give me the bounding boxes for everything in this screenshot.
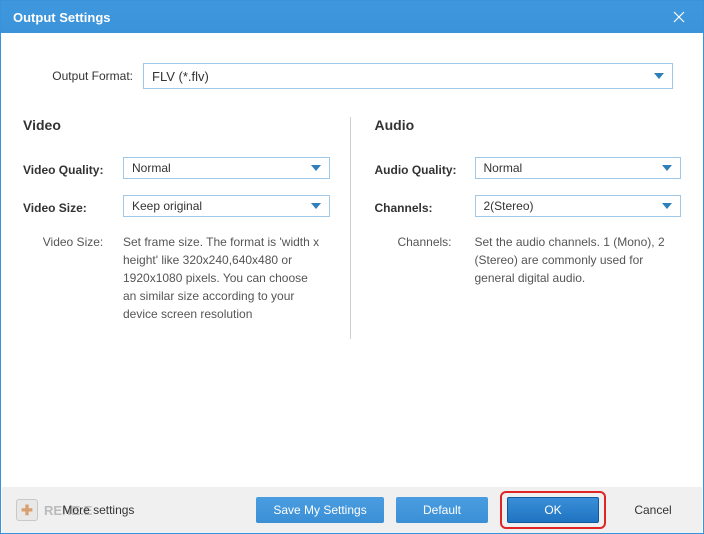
titlebar: Output Settings [1,1,703,33]
video-heading: Video [23,117,330,133]
video-size-value: Keep original [132,199,202,213]
output-format-value: FLV (*.flv) [152,69,209,84]
ok-highlight: OK [500,491,606,529]
channels-label: Channels: [375,197,475,215]
video-quality-label: Video Quality: [23,159,123,177]
video-section: Video Video Quality: Normal Video Size: … [23,117,350,339]
video-quality-value: Normal [132,161,171,175]
audio-quality-row: Audio Quality: Normal [375,157,682,179]
output-format-row: Output Format: FLV (*.flv) [23,63,681,89]
close-icon [673,11,685,23]
channels-desc-label: Channels: [375,233,475,249]
video-size-label: Video Size: [23,197,123,215]
output-format-select[interactable]: FLV (*.flv) [143,63,673,89]
chevron-down-icon [311,203,321,209]
footer-bar: ✚ RENE.E More settings Save My Settings … [2,487,702,533]
save-my-settings-button[interactable]: Save My Settings [256,497,384,523]
audio-section: Audio Audio Quality: Normal Channels: 2(… [350,117,682,339]
video-size-desc-label: Video Size: [23,233,123,249]
audio-quality-label: Audio Quality: [375,159,475,177]
chevron-down-icon [662,165,672,171]
more-settings-link[interactable]: More settings [62,503,134,517]
channels-row: Channels: 2(Stereo) [375,195,682,217]
output-format-label: Output Format: [23,69,143,83]
video-size-row: Video Size: Keep original [23,195,330,217]
channels-value: 2(Stereo) [484,199,534,213]
chevron-down-icon [311,165,321,171]
channels-desc-text: Set the audio channels. 1 (Mono), 2 (Ste… [475,233,682,287]
video-quality-row: Video Quality: Normal [23,157,330,179]
channels-description-row: Channels: Set the audio channels. 1 (Mon… [375,233,682,287]
video-size-desc-text: Set frame size. The format is 'width x h… [123,233,330,323]
audio-heading: Audio [375,117,682,133]
video-quality-select[interactable]: Normal [123,157,330,179]
default-button[interactable]: Default [396,497,488,523]
chevron-down-icon [662,203,672,209]
footer-buttons: Save My Settings Default OK Cancel [256,491,688,529]
audio-quality-value: Normal [484,161,523,175]
audio-quality-select[interactable]: Normal [475,157,682,179]
cancel-button[interactable]: Cancel [618,497,688,523]
logo-icon: ✚ [16,499,38,521]
video-size-description-row: Video Size: Set frame size. The format i… [23,233,330,323]
video-size-select[interactable]: Keep original [123,195,330,217]
content-area: Output Format: FLV (*.flv) Video Video Q… [1,33,703,339]
window-title: Output Settings [13,10,111,25]
close-button[interactable] [655,1,703,33]
chevron-down-icon [654,73,664,79]
ok-button[interactable]: OK [507,497,599,523]
channels-select[interactable]: 2(Stereo) [475,195,682,217]
settings-columns: Video Video Quality: Normal Video Size: … [23,117,681,339]
